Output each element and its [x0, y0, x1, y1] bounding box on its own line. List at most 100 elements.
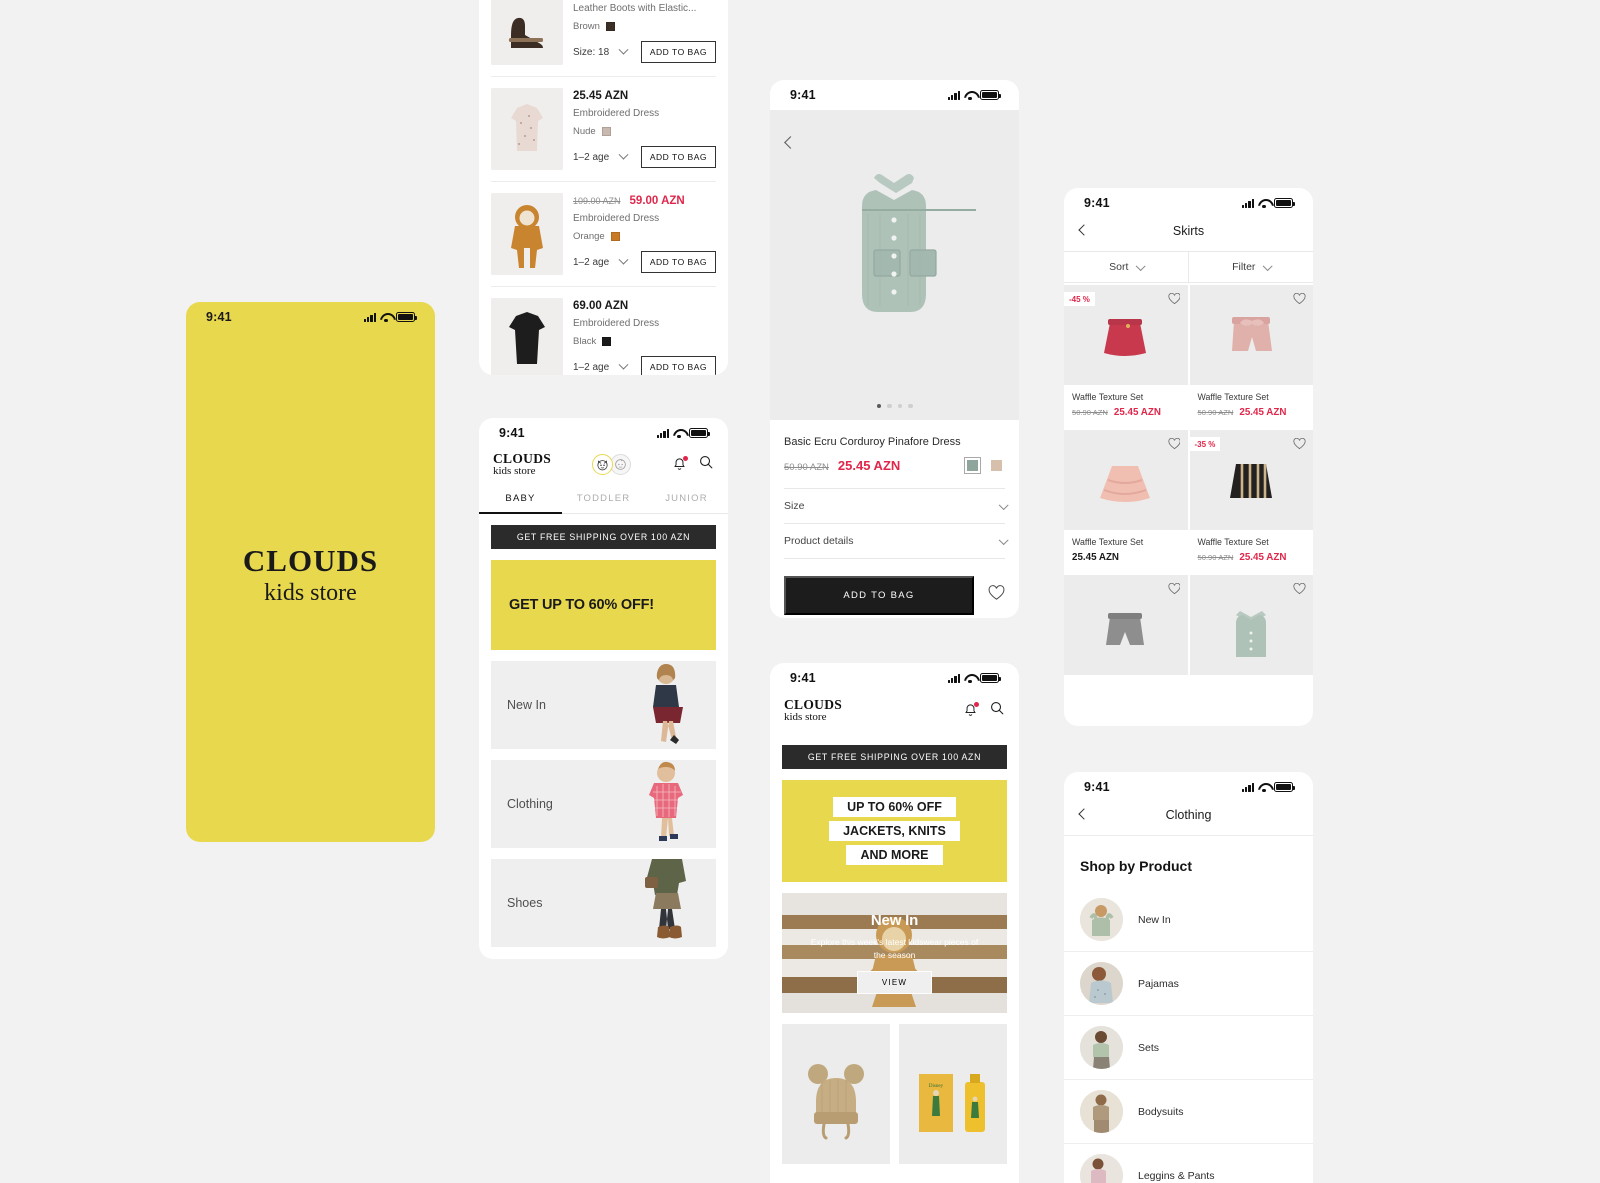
list-item[interactable]: Bodysuits — [1064, 1079, 1313, 1143]
product-image[interactable] — [1189, 285, 1313, 385]
size-selector[interactable]: 1–2 age — [573, 149, 629, 163]
carousel-dot[interactable] — [876, 403, 881, 408]
cart-item[interactable]: 85.45 AZN 65.45 AZN Leather Boots with E… — [491, 0, 716, 76]
new-in-banner[interactable]: New In Explore this week's latest kidswe… — [782, 892, 1007, 1013]
list-item[interactable]: Leggins & Pants — [1064, 1143, 1313, 1183]
heart-glyph — [1167, 438, 1181, 450]
list-item[interactable]: Pajamas — [1064, 951, 1313, 1015]
product-image[interactable] — [1064, 575, 1188, 675]
new-in-thumb — [1080, 898, 1123, 941]
product-image[interactable] — [1064, 430, 1188, 530]
promo-banner[interactable]: UP TO 60% OFF JACKETS, KNITS AND MORE — [782, 779, 1007, 882]
filter-label: Filter — [1232, 261, 1256, 273]
tab-junior[interactable]: JUNIOR — [645, 486, 728, 513]
nav-bar: Skirts — [1064, 218, 1313, 251]
wishlist-heart-icon[interactable] — [1167, 292, 1181, 305]
cart-item[interactable]: 69.00 AZN Embroidered Dress Black 1–2 ag… — [491, 286, 716, 375]
baby-face-icon[interactable] — [610, 453, 632, 475]
wishlist-heart-icon[interactable] — [1293, 437, 1306, 450]
add-to-bag-button[interactable]: ADD TO BAG — [640, 146, 716, 168]
product-card[interactable] — [1189, 575, 1313, 675]
add-to-bag-button[interactable]: ADD TO BAG — [784, 576, 974, 615]
product-card[interactable]: Waffle Texture Set 25.45 AZN — [1064, 430, 1188, 573]
search-icon[interactable] — [698, 454, 714, 475]
category-card-shoes[interactable]: Shoes — [491, 858, 716, 947]
product-image[interactable] — [1189, 575, 1313, 675]
product-card[interactable] — [1064, 575, 1188, 675]
brand-logo: CLOUDS kids store — [186, 545, 435, 605]
carousel-dot[interactable] — [887, 403, 892, 408]
carousel-dot[interactable] — [897, 403, 902, 408]
cart-item-actions: 1–2 age ADD TO BAG — [573, 356, 716, 375]
chevron-down-icon — [618, 254, 629, 265]
notifications-bell-icon[interactable] — [963, 701, 979, 718]
avatar — [1080, 1090, 1123, 1133]
price-line: 50.90 AZN 25.45 AZN — [784, 458, 900, 473]
product-thumbnail[interactable] — [491, 298, 563, 375]
product-image[interactable]: -35 % — [1189, 430, 1313, 530]
carousel-dot[interactable] — [908, 403, 913, 408]
product-image-carousel[interactable] — [770, 110, 1019, 420]
bodysuits-thumb — [1080, 1090, 1123, 1133]
product-tile-beanie[interactable] — [782, 1023, 890, 1164]
color-swatch — [605, 22, 615, 31]
nav-bar: Clothing — [1064, 802, 1313, 836]
carousel-dots[interactable] — [770, 403, 1019, 408]
product-thumbnail[interactable] — [491, 193, 563, 275]
battery-icon — [1274, 198, 1295, 208]
app-header: CLOUDS kids store — [479, 448, 728, 486]
accordion-product-details[interactable]: Product details — [784, 523, 1008, 559]
color-label: Black — [573, 336, 597, 347]
pajamas-thumb — [1080, 962, 1123, 1005]
brand-logo-line1: CLOUDS — [242, 543, 379, 578]
product-card[interactable]: Waffle Texture Set 50.90 AZN 25.45 AZN — [1189, 285, 1313, 428]
filter-button[interactable]: Filter — [1188, 252, 1313, 282]
wishlist-heart-icon[interactable] — [1293, 292, 1306, 305]
view-button[interactable]: VIEW — [856, 970, 933, 994]
heart-glyph — [1293, 438, 1306, 450]
notifications-bell-icon[interactable] — [672, 455, 688, 472]
size-selector[interactable]: Size: 18 — [573, 44, 629, 58]
list-item[interactable]: New In — [1064, 888, 1313, 951]
category-card-clothing[interactable]: Clothing — [491, 759, 716, 848]
color-swatch-sage[interactable] — [964, 457, 981, 474]
sort-button[interactable]: Sort — [1064, 252, 1188, 282]
accordion-size[interactable]: Size — [784, 488, 1008, 523]
product-tile-fragrance[interactable]: Disney — [899, 1023, 1007, 1164]
product-thumbnail[interactable] — [491, 0, 563, 65]
product-card[interactable]: -35 % Waffle Texture Set 50.90 AZN 25.45… — [1189, 430, 1313, 573]
category-card-new-in[interactable]: New In — [491, 660, 716, 749]
wishlist-heart-icon[interactable] — [1293, 582, 1306, 595]
list-item[interactable]: Sets — [1064, 1015, 1313, 1079]
brand-logo[interactable]: CLOUDS kids store — [493, 452, 551, 477]
tab-baby[interactable]: BABY — [479, 486, 562, 514]
cart-item-info: 25.45 AZN Embroidered Dress Nude 1–2 age… — [573, 88, 716, 170]
add-to-bag-button[interactable]: ADD TO BAG — [640, 356, 716, 375]
girl-face-icon[interactable] — [592, 453, 614, 475]
cart-item[interactable]: 25.45 AZN Embroidered Dress Nude 1–2 age… — [491, 76, 716, 181]
product-thumbnail[interactable] — [491, 88, 563, 170]
accordion-group: Size Product details — [784, 488, 1008, 559]
product-image[interactable]: -45 % — [1064, 285, 1188, 385]
new-in-overlay: New In Explore this week's latest kidswe… — [782, 893, 1007, 1013]
add-to-bag-button[interactable]: ADD TO BAG — [640, 251, 716, 273]
brand-logo[interactable]: CLOUDS kids store — [784, 698, 842, 723]
search-icon[interactable] — [989, 700, 1005, 721]
wifi-icon — [964, 91, 976, 100]
cart-item[interactable]: 109.00 AZN 59.00 AZN Embroidered Dress O… — [491, 181, 716, 286]
product-card[interactable]: -45 % Waffle Texture Set 50.90 AZN 25.45… — [1064, 285, 1188, 428]
status-indicators — [656, 428, 710, 438]
color-swatch-beige[interactable] — [988, 457, 1005, 474]
wishlist-heart-icon[interactable] — [1167, 582, 1181, 595]
wishlist-heart-icon[interactable] — [988, 585, 1005, 606]
tab-toddler[interactable]: TODDLER — [562, 486, 645, 513]
promo-banner[interactable]: GET UP TO 60% OFF! — [491, 559, 716, 650]
size-selector[interactable]: 1–2 age — [573, 254, 629, 268]
section-title: Shop by Product — [1080, 858, 1192, 874]
accordion-label: Size — [784, 500, 805, 512]
chevron-down-icon — [998, 534, 1008, 545]
add-to-bag-button[interactable]: ADD TO BAG — [640, 41, 716, 63]
product-actions: ADD TO BAG — [784, 576, 1005, 615]
size-selector[interactable]: 1–2 age — [573, 359, 629, 373]
wishlist-heart-icon[interactable] — [1167, 437, 1181, 450]
